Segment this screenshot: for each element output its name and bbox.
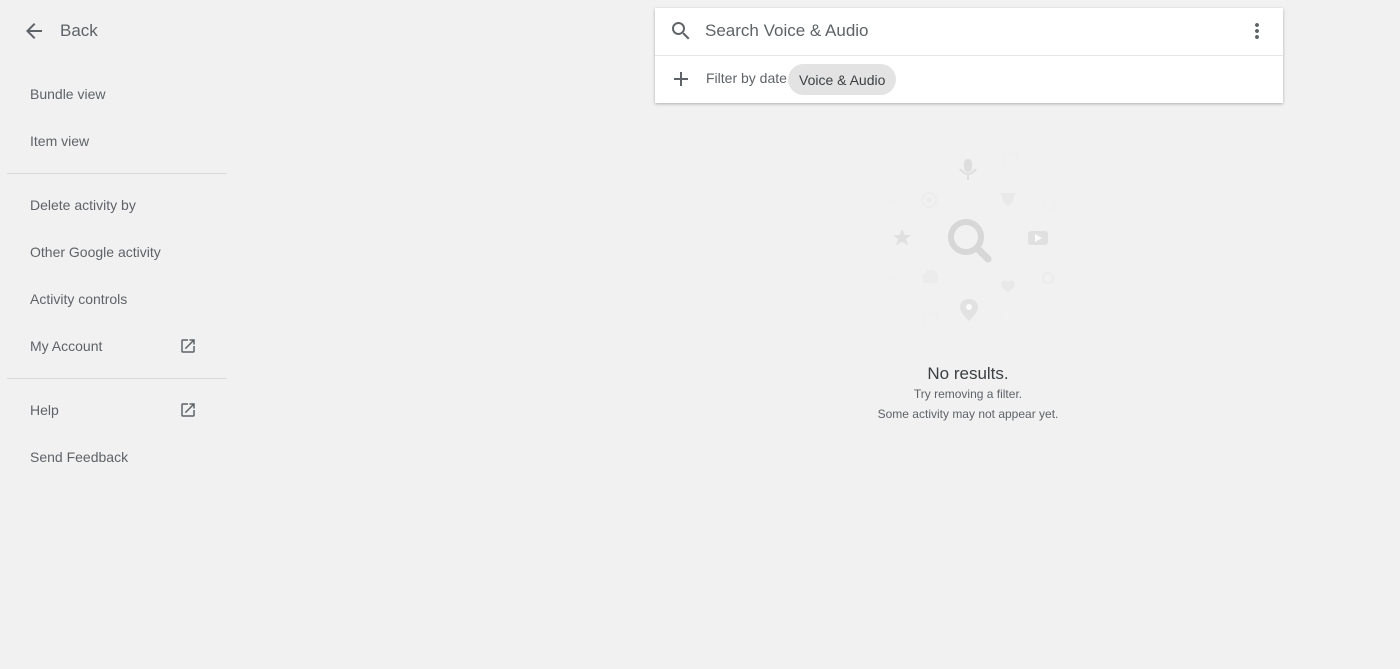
back-label: Back [60, 21, 98, 40]
search-card: Filter by date Voice & Audio [655, 8, 1283, 103]
nav-item-label: Other Google activity [30, 244, 161, 260]
youtube-icon [1028, 231, 1048, 245]
microphone-icon [959, 159, 977, 180]
nav-item-label: Activity controls [30, 291, 128, 307]
filter-bar: Filter by date Voice & Audio [655, 56, 1283, 103]
nav-item-bundle-view[interactable]: Bundle view [7, 74, 227, 114]
add-filter-icon[interactable] [669, 67, 693, 91]
location-pin-icon [960, 299, 978, 321]
nav-item-delete-activity[interactable]: Delete activity by [7, 185, 227, 225]
sidebar-divider [7, 378, 227, 379]
nav-item-label: Delete activity by [30, 197, 136, 213]
nav-item-label: My Account [30, 338, 103, 354]
target-icon [921, 192, 937, 208]
nav-item-other-google-activity[interactable]: Other Google activity [7, 232, 227, 272]
search-bar [655, 8, 1283, 56]
filter-chip-voice-audio[interactable]: Voice & Audio [788, 64, 897, 95]
car-icon [923, 270, 938, 283]
open-in-new-icon [179, 337, 197, 355]
nav-item-label: Help [30, 402, 59, 418]
open-in-new-icon [179, 401, 197, 419]
no-results-title: No results. [927, 364, 1009, 383]
home-icon [1042, 197, 1056, 210]
nav-item-send-feedback[interactable]: Send Feedback [7, 437, 227, 477]
sidebar-divider [7, 173, 227, 174]
magnifier-icon [948, 219, 992, 263]
sparkle-icon [930, 156, 939, 161]
filter-chip-label: Voice & Audio [799, 71, 886, 88]
image-icon [1002, 152, 1018, 166]
sidebar: Back Bundle view Item view Delete activi… [0, 0, 234, 669]
nav-item-my-account[interactable]: My Account [7, 326, 227, 366]
nav-item-label: Item view [30, 133, 90, 149]
shopping-icon [923, 312, 938, 326]
nav-item-activity-controls[interactable]: Activity controls [7, 279, 227, 319]
more-vert-icon[interactable] [1245, 19, 1269, 43]
search-icon[interactable] [669, 19, 693, 43]
empty-state-hint: Try removing a filter. [913, 387, 1023, 401]
settings-icon [1042, 272, 1054, 284]
nav-item-help[interactable]: Help [7, 390, 227, 430]
plane-icon [882, 276, 894, 285]
nav-item-label: Send Feedback [30, 449, 129, 465]
nav-item-label: Bundle view [30, 86, 106, 102]
plane-icon [882, 199, 894, 208]
shield-icon [1001, 193, 1015, 206]
search-input[interactable] [705, 18, 1225, 44]
back-button[interactable]: Back [14, 11, 98, 51]
star-icon [893, 229, 911, 246]
heart-icon [1001, 280, 1015, 292]
nav-item-item-view[interactable]: Item view [7, 121, 227, 161]
empty-state-note: Some activity may not appear yet. [877, 407, 1059, 421]
arrow-back-icon [14, 11, 54, 51]
empty-state-illustration [882, 152, 1056, 326]
music-icon [1005, 310, 1013, 322]
filter-by-date-button[interactable]: Filter by date [706, 70, 787, 86]
